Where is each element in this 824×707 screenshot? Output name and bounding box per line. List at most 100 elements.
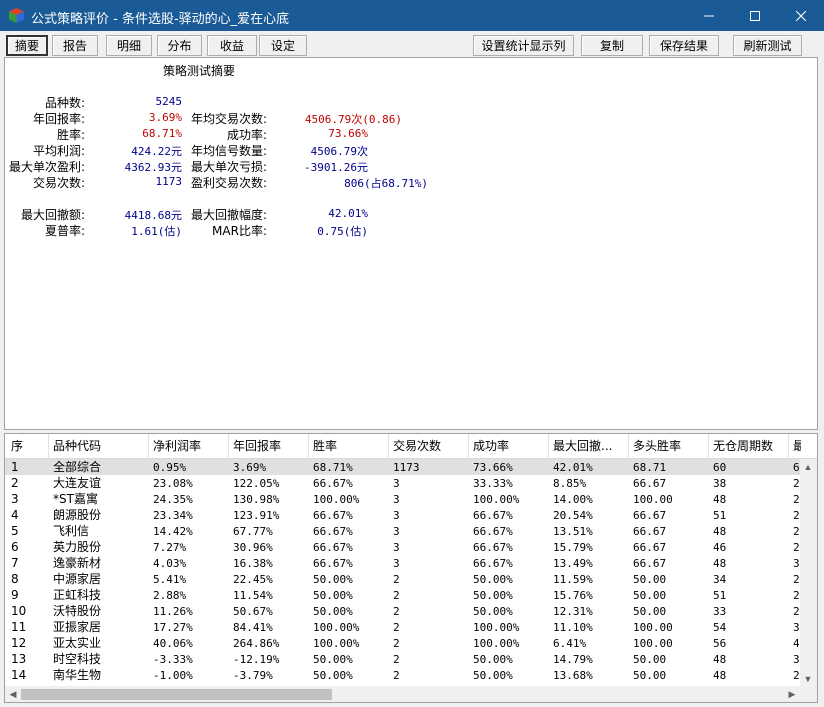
table-cell-code: 中源家居 (53, 572, 102, 586)
set-columns-button[interactable]: 设置统计显示列 (473, 35, 574, 56)
column-separator[interactable] (388, 434, 389, 459)
tab-summary[interactable]: 摘要 (6, 35, 48, 56)
column-header-idle-periods[interactable]: 无仓周期数 (711, 439, 789, 454)
column-header-code[interactable]: 品种代码 (51, 439, 149, 454)
column-separator[interactable] (228, 434, 229, 459)
table-cell-net-profit: 23.08% (153, 477, 193, 490)
table-cell-win-rate: 100.00% (313, 621, 360, 634)
table-cell-trades: 3 (393, 509, 400, 522)
column-separator[interactable] (708, 434, 709, 459)
scroll-down-icon[interactable]: ▼ (800, 671, 816, 687)
summary-label: 年均信号数量: (190, 144, 267, 158)
table-cell-long-win-rate: 50.00 (633, 669, 667, 682)
table-cell-trades: 1173 (393, 461, 420, 474)
table-cell-max-drawdown: 13.49% (553, 557, 593, 570)
column-separator[interactable] (788, 434, 789, 459)
table-row[interactable]: 1 全部综合 0.95% 3.69% 68.71% 1173 73.66% 42.01% 68.… (5, 459, 817, 475)
column-separator[interactable] (548, 434, 549, 459)
column-header-index[interactable]: 序 (9, 439, 49, 454)
tab-returns[interactable]: 收益 (207, 35, 257, 56)
column-separator[interactable] (628, 434, 629, 459)
table-row[interactable]: 9 正虹科技 2.88% 11.54% 50.00% 2 50.00% 15.76% 50.00… (5, 587, 817, 603)
column-header-win-rate[interactable]: 胜率 (311, 439, 389, 454)
table-cell-net-profit: 0.95% (153, 461, 187, 474)
table-row[interactable]: 12 亚太实业 40.06% 264.86% 100.00% 2 100.00% 6.41% 1… (5, 635, 817, 651)
horizontal-scrollbar[interactable]: ◀ ▶ (5, 686, 817, 702)
scroll-left-icon[interactable]: ◀ (5, 686, 21, 702)
table-cell-trades: 3 (393, 525, 400, 538)
vertical-scrollbar[interactable]: ▲ ▼ (800, 459, 817, 687)
summary-label: 成功率: (226, 128, 267, 142)
save-results-button[interactable]: 保存结果 (649, 35, 719, 56)
close-button[interactable] (778, 0, 824, 31)
column-header-long-win-rate[interactable]: 多头胜率 (631, 439, 709, 454)
summary-label: MAR比率: (212, 224, 267, 238)
scroll-right-icon[interactable]: ▶ (784, 686, 800, 702)
column-header-annual-return[interactable]: 年回报率 (231, 439, 309, 454)
table-cell-win-rate: 66.67% (313, 509, 353, 522)
title-bar: 公式策略评价 - 条件选股-驿动的心_爱在心底 (0, 0, 824, 31)
column-separator[interactable] (48, 434, 49, 459)
summary-value: -3901.26元 (304, 161, 368, 174)
table-row[interactable]: 8 中源家居 5.41% 22.45% 50.00% 2 50.00% 11.59% 50.00… (5, 571, 817, 587)
table-cell-index: 3 (11, 492, 19, 506)
maximize-button[interactable] (732, 0, 778, 31)
column-header-net-profit[interactable]: 净利润率 (151, 439, 229, 454)
table-cell-code: 沃特股份 (53, 604, 102, 618)
table-row[interactable]: 7 逸豪新材 4.03% 16.38% 66.67% 3 66.67% 13.49% 66.67… (5, 555, 817, 571)
table-cell-long-win-rate: 66.67 (633, 557, 667, 570)
tab-settings[interactable]: 设定 (259, 35, 307, 56)
table-row[interactable]: 2 大连友谊 23.08% 122.05% 66.67% 3 33.33% 8.85% 66.6… (5, 475, 817, 491)
table-cell-annual-return: 50.67% (233, 605, 273, 618)
table-cell-max-drawdown: 6.41% (553, 637, 587, 650)
table-cell-net-profit: 40.06% (153, 637, 193, 650)
table-cell-max-drawdown: 15.76% (553, 589, 593, 602)
summary-label: 年回报率: (32, 112, 85, 126)
table-row[interactable]: 11 亚振家居 17.27% 84.41% 100.00% 2 100.00% 11.10% 1… (5, 619, 817, 635)
table-cell-win-rate: 50.00% (313, 653, 353, 666)
scroll-up-icon[interactable]: ▲ (800, 459, 816, 475)
summary-label: 交易次数: (32, 176, 85, 190)
table-row[interactable]: 3 *ST嘉寓 24.35% 130.98% 100.00% 3 100.00% 14.00%… (5, 491, 817, 507)
summary-panel: 策略测试摘要 品种数: 5245 年回报率: 3.69% 年均交易次数: 450… (4, 57, 818, 430)
column-header-max-drawdown[interactable]: 最大回撤... (551, 439, 629, 454)
maximize-icon (750, 10, 760, 21)
table-row[interactable]: 5 飞利信 14.42% 67.77% 66.67% 3 66.67% 13.51% 66.67… (5, 523, 817, 539)
column-separator[interactable] (468, 434, 469, 459)
table-cell-index: 2 (11, 476, 19, 490)
table-row[interactable]: 14 南华生物 -1.00% -3.79% 50.00% 2 50.00% 13.68% 50.… (5, 667, 817, 683)
tab-detail[interactable]: 明细 (106, 35, 152, 56)
table-cell-long-win-rate: 66.67 (633, 525, 667, 538)
table-cell-idle-periods: 51 (713, 509, 727, 522)
refresh-test-button[interactable]: 刷新测试 (733, 35, 802, 56)
table-row[interactable]: 10 沃特股份 11.26% 50.67% 50.00% 2 50.00% 12.31% 50.… (5, 603, 817, 619)
tab-distribution[interactable]: 分布 (157, 35, 202, 56)
summary-value: 0.75(估) (317, 225, 368, 238)
summary-value: 42.01% (328, 207, 368, 220)
table-cell-success-rate: 66.67% (473, 509, 513, 522)
table-cell-code: 正虹科技 (53, 588, 102, 602)
table-cell-trades: 2 (393, 589, 400, 602)
table-cell-annual-return: -3.79% (233, 669, 273, 682)
column-separator[interactable] (148, 434, 149, 459)
column-header-trades[interactable]: 交易次数 (391, 439, 469, 454)
tab-report[interactable]: 报告 (52, 35, 98, 56)
horizontal-scroll-thumb[interactable] (21, 689, 332, 700)
results-table[interactable]: 序品种代码净利润率年回报率胜率交易次数成功率最大回撤...多头胜率无仓周期数最 … (4, 433, 818, 703)
table-cell-annual-return: 84.41% (233, 621, 273, 634)
table-row[interactable]: 6 英力股份 7.27% 30.96% 66.67% 3 66.67% 15.79% 66.67… (5, 539, 817, 555)
column-header-success-rate[interactable]: 成功率 (471, 439, 549, 454)
minimize-icon (704, 15, 714, 16)
table-cell-trades: 3 (393, 557, 400, 570)
column-separator[interactable] (308, 434, 309, 459)
table-row[interactable]: 4 朗源股份 23.34% 123.91% 66.67% 3 66.67% 20.54% 66.… (5, 507, 817, 523)
table-cell-annual-return: 11.54% (233, 589, 273, 602)
minimize-button[interactable] (686, 0, 732, 31)
table-cell-long-win-rate: 50.00 (633, 573, 667, 586)
column-header-more[interactable]: 最 (791, 439, 801, 454)
table-cell-idle-periods: 48 (713, 557, 727, 570)
copy-button[interactable]: 复制 (581, 35, 643, 56)
table-row[interactable]: 13 时空科技 -3.33% -12.19% 50.00% 2 50.00% 14.79% 50… (5, 651, 817, 667)
table-cell-success-rate: 33.33% (473, 477, 513, 490)
table-cell-annual-return: 123.91% (233, 509, 280, 522)
